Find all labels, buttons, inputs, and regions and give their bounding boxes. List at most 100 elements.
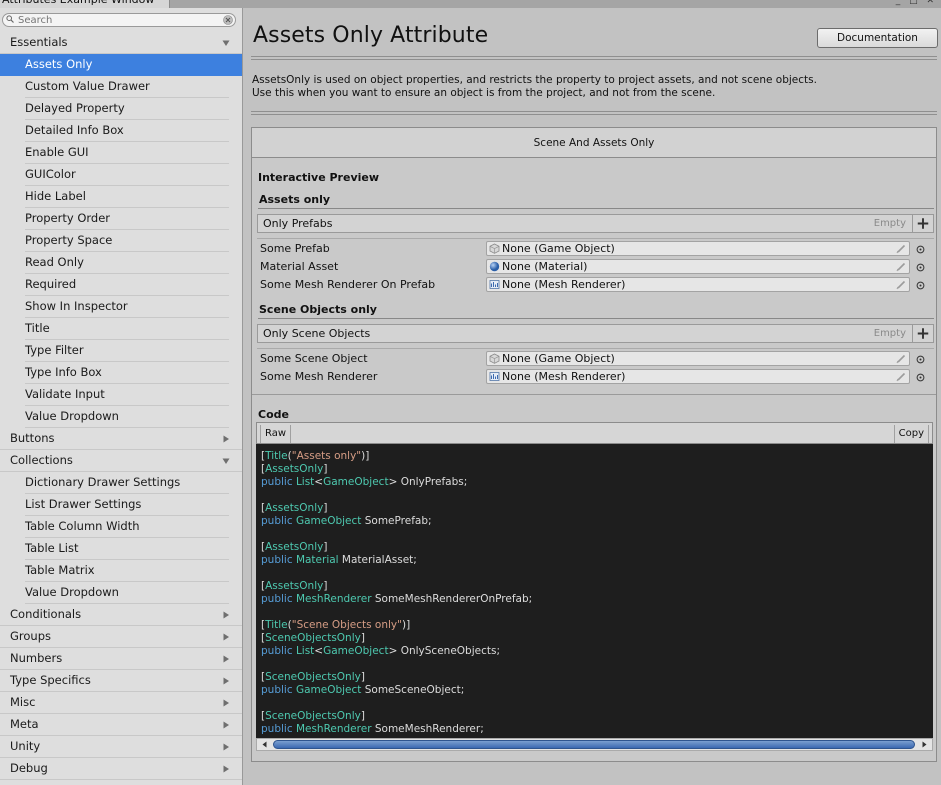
window-tab[interactable]: Attributes Example Window <box>0 0 170 8</box>
sidebar-group-meta[interactable]: Meta <box>0 714 242 736</box>
sidebar-item-label: Required <box>25 277 77 291</box>
collapsed-arrow-icon[interactable] <box>222 611 230 619</box>
sidebar-group-groups[interactable]: Groups <box>0 626 242 648</box>
object-picker-icon[interactable] <box>916 355 925 364</box>
code-token: ] <box>323 541 328 553</box>
material-icon <box>489 261 500 272</box>
sidebar-item-value-dropdown[interactable]: Value Dropdown <box>0 406 242 428</box>
expanded-arrow-icon[interactable] <box>222 39 230 47</box>
scroll-left-icon[interactable] <box>260 740 269 749</box>
sidebar-item-assets-only[interactable]: Assets Only <box>0 54 242 76</box>
sidebar-item-detailed-info-box[interactable]: Detailed Info Box <box>0 120 242 142</box>
example-panel: Scene And Assets Only Interactive Previe… <box>251 127 937 762</box>
collapsed-arrow-icon[interactable] <box>222 743 230 751</box>
sidebar-item-table-list[interactable]: Table List <box>0 538 242 560</box>
sidebar-item-hide-label[interactable]: Hide Label <box>0 186 242 208</box>
expanded-arrow-icon[interactable] <box>222 457 230 465</box>
object-picker-icon[interactable] <box>916 281 925 290</box>
description-line: Use this when you want to ensure an obje… <box>252 87 716 99</box>
sidebar-item-label: Unity <box>10 739 41 753</box>
only-prefabs-list[interactable]: Only Prefabs Empty <box>257 214 934 233</box>
code-line: [AssetsOnly] <box>261 541 933 554</box>
sidebar-item-type-info-box[interactable]: Type Info Box <box>0 362 242 384</box>
sidebar-item-guicolor[interactable]: GUIColor <box>0 164 242 186</box>
material-asset-field[interactable]: None (Material) <box>486 259 910 274</box>
pencil-icon <box>896 244 906 254</box>
add-item-icon[interactable] <box>912 214 933 233</box>
code-token: SomePrefab; <box>361 515 432 527</box>
search-input[interactable] <box>18 14 218 26</box>
mesh-renderer-on-prefab-field[interactable]: None (Mesh Renderer) <box>486 277 910 292</box>
object-picker-icon[interactable] <box>916 263 925 272</box>
code-token: SomeMeshRenderer; <box>371 723 484 735</box>
sidebar-item-value-dropdown[interactable]: Value Dropdown <box>0 582 242 604</box>
sidebar-group-unity[interactable]: Unity <box>0 736 242 758</box>
sidebar-item-custom-value-drawer[interactable]: Custom Value Drawer <box>0 76 242 98</box>
object-picker-icon[interactable] <box>916 245 925 254</box>
scroll-right-icon[interactable] <box>920 740 929 749</box>
sidebar-item-label: Collections <box>10 453 73 467</box>
documentation-button[interactable]: Documentation <box>817 28 938 48</box>
sidebar-item-label: Type Specifics <box>10 673 91 687</box>
collapsed-arrow-icon[interactable] <box>222 699 230 707</box>
scrollbar-thumb[interactable] <box>273 740 915 749</box>
code-token: AssetsOnly <box>265 502 324 514</box>
sidebar-group-essentials[interactable]: Essentials <box>0 32 242 54</box>
collapsed-arrow-icon[interactable] <box>222 655 230 663</box>
sidebar-item-enable-gui[interactable]: Enable GUI <box>0 142 242 164</box>
collapsed-arrow-icon[interactable] <box>222 765 230 773</box>
window-controls-icon[interactable]: _ □ ✕ <box>896 0 937 6</box>
sidebar-item-list-drawer-settings[interactable]: List Drawer Settings <box>0 494 242 516</box>
clear-search-icon[interactable] <box>223 15 233 25</box>
sidebar-group-conditionals[interactable]: Conditionals <box>0 604 242 626</box>
code-token: > OnlyPrefabs; <box>388 476 468 488</box>
sidebar-group-collections[interactable]: Collections <box>0 450 242 472</box>
sidebar-item-label: Dictionary Drawer Settings <box>25 475 181 489</box>
sidebar-item-type-filter[interactable]: Type Filter <box>0 340 242 362</box>
object-picker-icon[interactable] <box>916 373 925 382</box>
raw-tab[interactable]: Raw <box>260 425 292 443</box>
sidebar-group-buttons[interactable]: Buttons <box>0 428 242 450</box>
collapsed-arrow-icon[interactable] <box>222 677 230 685</box>
sidebar-item-show-in-inspector[interactable]: Show In Inspector <box>0 296 242 318</box>
sidebar-item-read-only[interactable]: Read Only <box>0 252 242 274</box>
only-scene-objects-list[interactable]: Only Scene Objects Empty <box>257 324 934 343</box>
collapsed-arrow-icon[interactable] <box>222 633 230 641</box>
sidebar-item-label: Custom Value Drawer <box>25 79 150 93</box>
section-divider <box>258 208 934 209</box>
sidebar-item-label: Value Dropdown <box>25 585 119 599</box>
copy-button[interactable]: Copy <box>893 425 929 443</box>
some-scene-object-field[interactable]: None (Game Object) <box>486 351 910 366</box>
code-token: MaterialAsset; <box>338 554 417 566</box>
collapsed-arrow-icon[interactable] <box>222 721 230 729</box>
sidebar-item-table-matrix[interactable]: Table Matrix <box>0 560 242 582</box>
some-mesh-renderer-field[interactable]: None (Mesh Renderer) <box>486 369 910 384</box>
sidebar-item-label: Property Order <box>25 211 110 225</box>
search-box[interactable] <box>2 13 236 27</box>
sidebar-item-validate-input[interactable]: Validate Input <box>0 384 242 406</box>
some-prefab-field[interactable]: None (Game Object) <box>486 241 910 256</box>
sidebar-item-label: Type Filter <box>25 343 84 357</box>
sidebar-group-type-specifics[interactable]: Type Specifics <box>0 670 242 692</box>
sidebar-item-required[interactable]: Required <box>0 274 242 296</box>
add-item-icon[interactable] <box>912 324 933 343</box>
sidebar-item-label: Numbers <box>10 651 63 665</box>
sidebar-group-numbers[interactable]: Numbers <box>0 648 242 670</box>
sidebar-item-dictionary-drawer-settings[interactable]: Dictionary Drawer Settings <box>0 472 242 494</box>
code-token: SomeSceneObject; <box>361 684 465 696</box>
code-token: SceneObjectsOnly <box>265 671 361 683</box>
scene-objects-only-title: Scene Objects only <box>259 303 377 316</box>
collapsed-arrow-icon[interactable] <box>222 435 230 443</box>
sidebar-item-property-space[interactable]: Property Space <box>0 230 242 252</box>
sidebar-group-debug[interactable]: Debug <box>0 758 242 780</box>
code-block[interactable]: [Title("Assets only")] [AssetsOnly] public… <box>256 444 933 738</box>
sidebar-item-delayed-property[interactable]: Delayed Property <box>0 98 242 120</box>
horizontal-scrollbar[interactable] <box>256 738 933 751</box>
sidebar-group-misc[interactable]: Misc <box>0 692 242 714</box>
sidebar-item-title[interactable]: Title <box>0 318 242 340</box>
list-label: Only Scene Objects <box>263 327 371 340</box>
page-title: Assets Only Attribute <box>253 23 489 48</box>
sidebar-item-property-order[interactable]: Property Order <box>0 208 242 230</box>
sidebar-item-table-column-width[interactable]: Table Column Width <box>0 516 242 538</box>
